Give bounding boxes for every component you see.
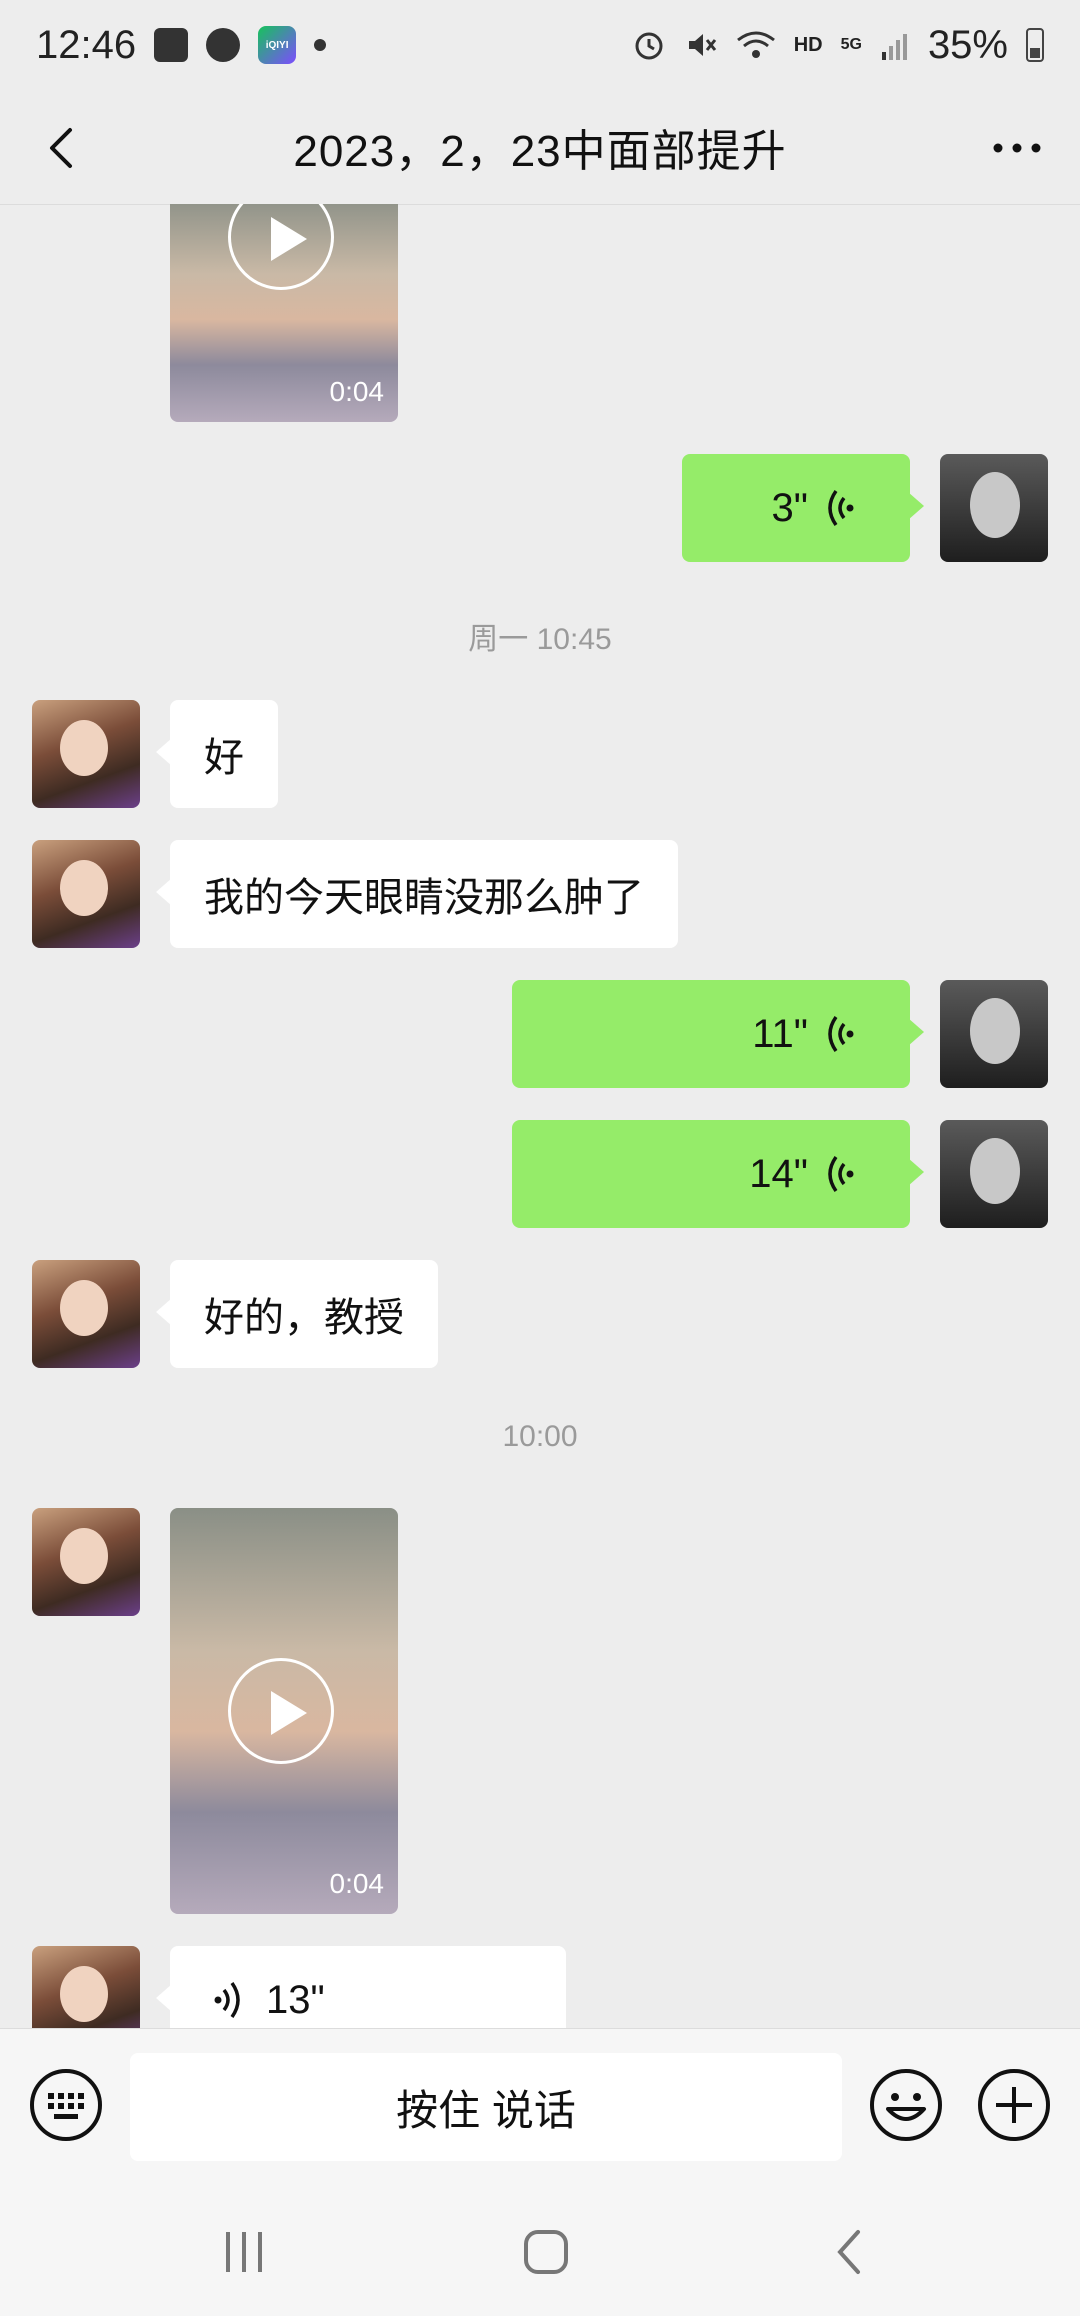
message-text: 我的今天眼睛没那么肿了 (204, 876, 644, 920)
voice-wave-icon (214, 1981, 240, 2019)
emoji-icon[interactable] (868, 2067, 944, 2143)
keyboard-icon[interactable] (28, 2067, 104, 2143)
voice-length: 3" (771, 485, 808, 530)
system-nav-bar (0, 2184, 1080, 2316)
chat-header: 2023，2，23中面部提升 (0, 90, 1080, 205)
avatar[interactable] (940, 454, 1048, 562)
play-icon[interactable] (228, 204, 334, 290)
battery-icon (1026, 28, 1044, 62)
more-dots-icon[interactable] (982, 118, 1052, 178)
video-message[interactable]: 0:04 (170, 1508, 398, 1914)
voice-message-incoming[interactable]: 13" (156, 1946, 566, 2028)
video-duration: 0:04 (329, 376, 385, 407)
voice-length: 11" (752, 1011, 808, 1056)
voice-wave-icon (828, 489, 854, 527)
message-list[interactable]: 0:04 3" 周一 10:45 好 我的今天眼睛没那么肿了 11" 14" 好… (0, 204, 1080, 2028)
battery-percent: 35% (927, 22, 1008, 67)
voice-message-outgoing[interactable]: 11" (512, 980, 924, 1088)
video-duration: 0:04 (329, 1868, 385, 1899)
video-message[interactable]: 0:04 (170, 204, 398, 422)
status-right: HD 5G 35% (632, 23, 1044, 68)
voice-message-outgoing[interactable]: 14" (512, 1120, 924, 1228)
text-message-incoming[interactable]: 好 (156, 700, 278, 808)
network-label: 5G (840, 36, 862, 53)
plus-icon[interactable] (976, 2067, 1052, 2143)
mute-icon (688, 34, 716, 56)
back-icon[interactable] (820, 2222, 880, 2282)
status-left: 12:46 iQIYI (36, 22, 327, 68)
chat-icon (206, 28, 241, 62)
voice-wave-icon (828, 1015, 854, 1053)
voice-message-outgoing[interactable]: 3" (682, 454, 924, 562)
timestamp: 周一 10:45 (468, 623, 612, 656)
avatar[interactable] (940, 980, 1048, 1088)
avatar[interactable] (32, 1260, 140, 1368)
timestamp: 10:00 (502, 1420, 578, 1453)
voice-wave-icon (828, 1155, 854, 1193)
back-chevron-icon[interactable] (32, 118, 92, 178)
play-icon[interactable] (228, 1658, 334, 1764)
home-icon[interactable] (516, 2222, 576, 2282)
text-message-incoming[interactable]: 好的，教授 (156, 1260, 438, 1368)
text-message-incoming[interactable]: 我的今天眼睛没那么肿了 (156, 840, 678, 948)
avatar[interactable] (32, 1946, 140, 2028)
hd-label: HD (793, 33, 823, 56)
hold-to-talk-button[interactable]: 按住 说话 (130, 2053, 842, 2161)
message-text: 好 (204, 736, 244, 780)
status-bar: 12:46 iQIYI HD 5G 35% (0, 0, 1080, 90)
avatar[interactable] (32, 840, 140, 948)
gallery-icon (154, 28, 189, 62)
chat-title: 2023，2，23中面部提升 (293, 127, 787, 176)
voice-length: 13" (266, 1977, 325, 2022)
alarm-icon (635, 32, 663, 60)
voice-length: 14" (749, 1151, 808, 1196)
signal-icon (881, 34, 907, 60)
notification-dot-icon (314, 39, 327, 51)
avatar[interactable] (940, 1120, 1048, 1228)
recent-apps-icon[interactable] (214, 2222, 274, 2282)
wifi-icon (736, 31, 775, 58)
input-bar: 按住 说话 (0, 2028, 1080, 2185)
message-text: 好的，教授 (204, 1296, 404, 1340)
avatar[interactable] (32, 1508, 140, 1616)
clock: 12:46 (36, 22, 137, 67)
avatar[interactable] (32, 700, 140, 808)
iqiyi-icon: iQIYI (258, 26, 297, 64)
